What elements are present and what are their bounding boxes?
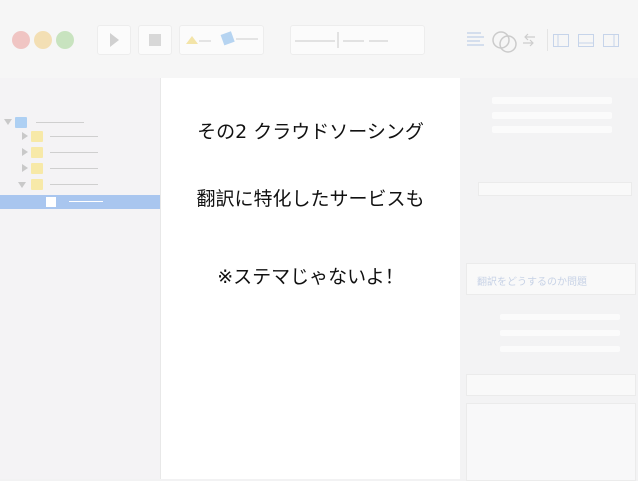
disclosure-triangle-icon [22, 132, 28, 140]
zoom-window-button[interactable] [56, 31, 74, 49]
document-icon [46, 197, 56, 207]
inspector-panel: 翻訳をどうするのか問題 [460, 78, 638, 481]
play-button[interactable] [97, 25, 131, 55]
tree-item[interactable] [0, 146, 160, 161]
play-icon [110, 33, 119, 47]
sidebar [0, 78, 161, 479]
disclosure-triangle-icon [22, 164, 28, 172]
tree-item[interactable] [0, 130, 160, 145]
toolbar [0, 0, 638, 79]
folder-icon [15, 117, 27, 128]
folder-icon [31, 131, 43, 142]
inspector-faded-label: 翻訳をどうするのか問題 [477, 277, 587, 288]
folder-icon [31, 147, 43, 158]
title-placeholder-lines [295, 32, 388, 48]
minimize-window-button[interactable] [34, 31, 52, 49]
stop-button[interactable] [138, 25, 172, 55]
title-field[interactable] [290, 25, 425, 55]
tree-item-root[interactable] [0, 115, 160, 130]
left-panel-icon[interactable] [553, 34, 569, 47]
disclosure-triangle-icon [4, 119, 12, 125]
inspector-section [466, 403, 636, 481]
slide-canvas[interactable]: その2 クラウドソーシング 翻訳に特化したサービスも ※ステマじゃないよ！ [161, 78, 460, 479]
slide-line-1: その2 クラウドソーシング [197, 121, 424, 143]
bottom-panel-icon[interactable] [578, 34, 594, 47]
tree-item-selected[interactable] [0, 195, 160, 209]
folder-icon [31, 163, 43, 174]
swap-icon[interactable] [521, 33, 537, 47]
shapes-icon [186, 31, 258, 46]
stop-icon [149, 34, 161, 46]
text-align-icon[interactable] [466, 30, 486, 50]
tree-item[interactable] [0, 162, 160, 177]
overlap-icon[interactable] [492, 27, 518, 53]
right-panel-icon[interactable] [603, 34, 619, 47]
inspector-title-box: 翻訳をどうするのか問題 [466, 263, 636, 295]
inspector-field[interactable] [478, 182, 632, 196]
inspector-section [466, 374, 636, 396]
folder-icon [31, 179, 43, 190]
disclosure-triangle-icon [18, 182, 26, 188]
disclosure-triangle-icon [22, 148, 28, 156]
tree-item-expanded[interactable] [0, 178, 160, 193]
slide-line-3: ※ステマじゃないよ！ [217, 266, 404, 288]
slide-line-2: 翻訳に特化したサービスも [196, 188, 425, 210]
close-window-button[interactable] [12, 31, 30, 49]
shapes-button[interactable] [179, 25, 264, 55]
